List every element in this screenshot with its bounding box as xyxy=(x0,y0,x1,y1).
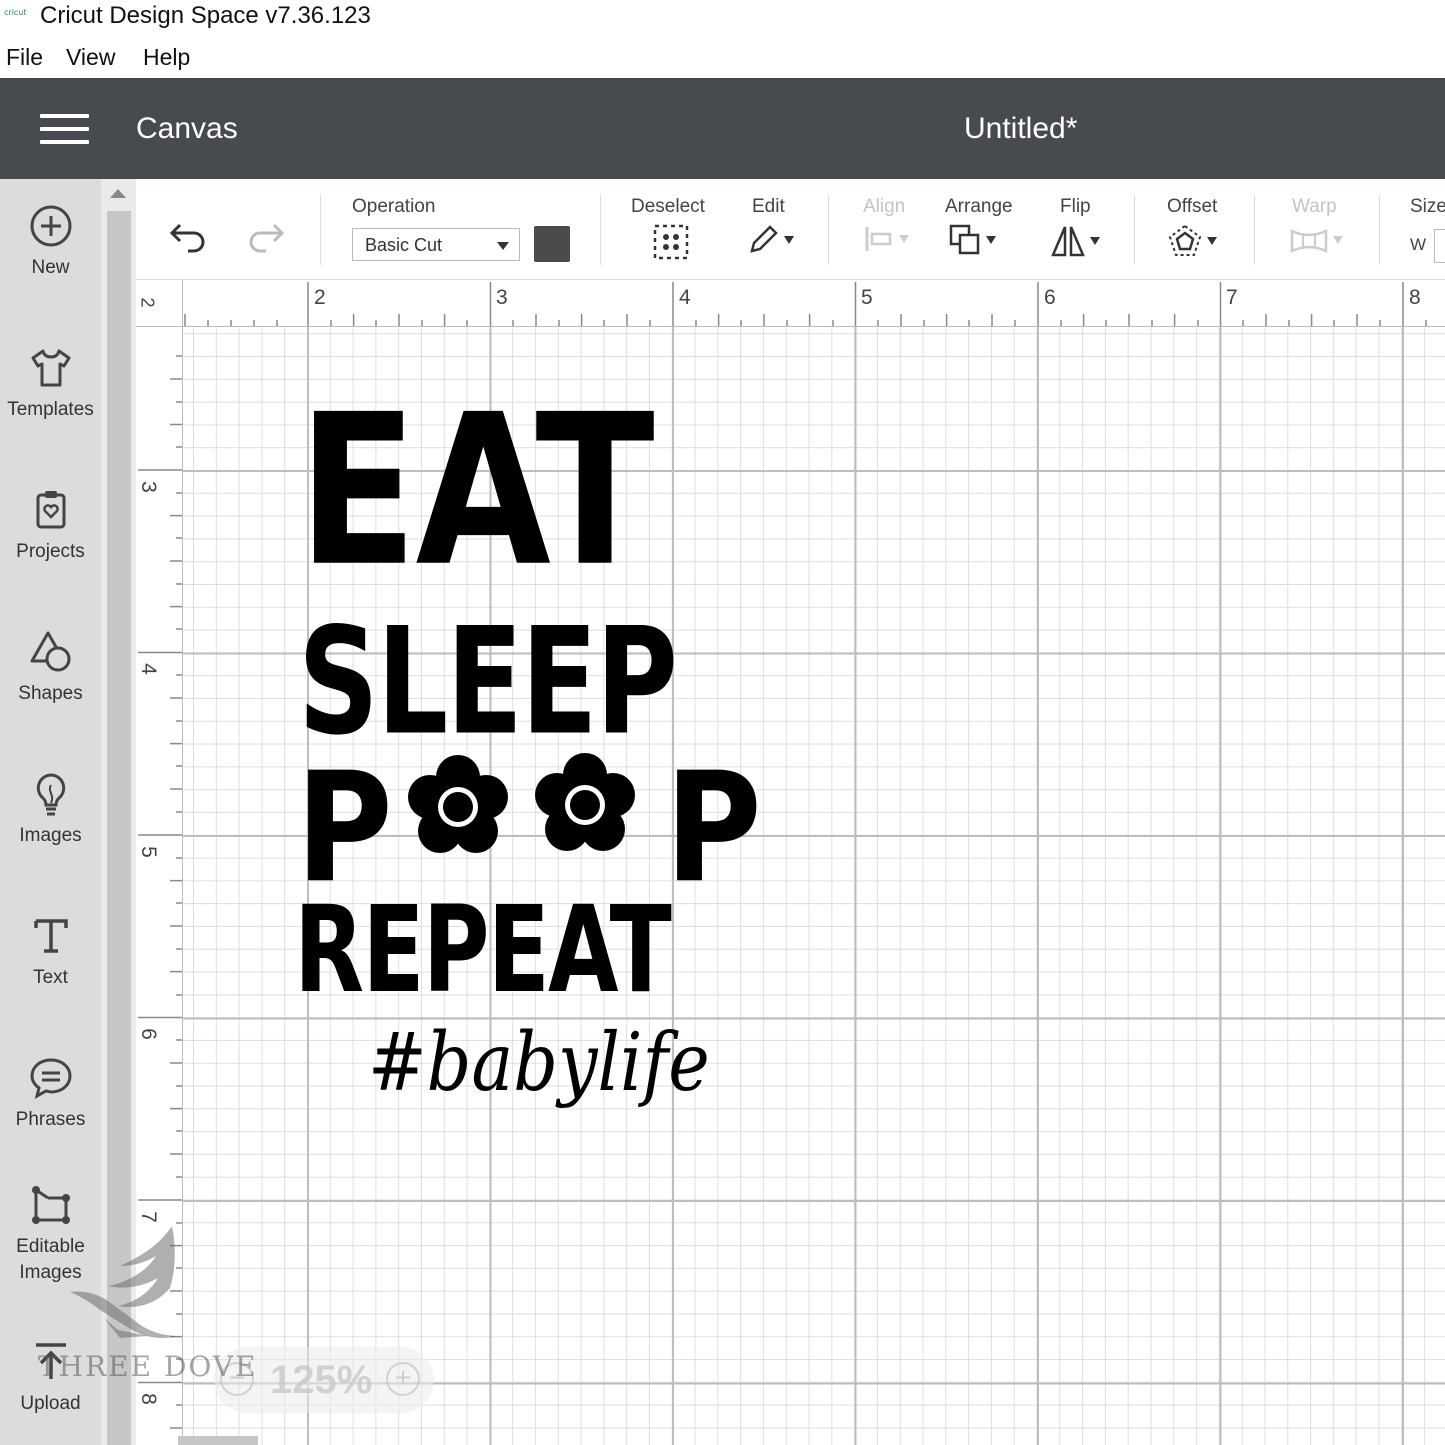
sidebar-label: Text xyxy=(33,967,68,988)
word-repeat: REPEAT xyxy=(294,881,672,1021)
offset-label: Offset xyxy=(1167,196,1218,217)
flip-icon xyxy=(1051,226,1085,257)
app-header: Canvas Untitled* xyxy=(0,78,1445,179)
sidebar-item-phrases[interactable]: Phrases xyxy=(0,1055,101,1131)
warp-button[interactable] xyxy=(1289,223,1343,257)
size-width-label: W xyxy=(1410,235,1427,254)
hamburger-icon[interactable] xyxy=(40,114,89,144)
redo-icon[interactable] xyxy=(244,217,286,253)
design-artwork[interactable]: EAT SLEEP P P REPEAT #babylife xyxy=(290,369,800,1155)
size-width-input[interactable] xyxy=(1434,229,1445,263)
edit-label: Edit xyxy=(752,196,785,217)
app-title: Cricut Design Space v7.36.123 xyxy=(40,2,371,29)
scroll-up-icon[interactable] xyxy=(110,189,126,198)
menu-help[interactable]: Help xyxy=(143,44,190,71)
align-icon xyxy=(865,227,892,251)
section-title: Canvas xyxy=(136,112,238,145)
chevron-down-icon xyxy=(899,235,909,243)
arrange-button[interactable] xyxy=(948,223,996,257)
tshirt-icon xyxy=(31,349,70,387)
size-label: Size xyxy=(1410,196,1445,217)
operation-value: Basic Cut xyxy=(365,235,443,255)
ruler-label: 6 xyxy=(136,1028,160,1040)
chevron-down-icon xyxy=(784,236,794,244)
sidebar-label: Projects xyxy=(16,541,85,562)
plus-circle-icon xyxy=(30,205,71,247)
menu-view[interactable]: View xyxy=(66,44,115,71)
ruler-horizontal: 2 2 3 4 5 6 7 8 xyxy=(136,280,1445,327)
operation-dropdown[interactable]: Basic Cut xyxy=(352,228,520,261)
ruler-label: 6 xyxy=(1044,286,1056,309)
chevron-down-icon xyxy=(1207,237,1217,245)
warp-label: Warp xyxy=(1292,196,1337,217)
horizontal-scrollbar-thumb[interactable] xyxy=(178,1436,258,1445)
ruler-label: 4 xyxy=(136,663,160,675)
clipboard-heart-icon xyxy=(36,491,65,529)
ruler-label: 8 xyxy=(136,1393,160,1405)
chevron-down-icon xyxy=(497,242,509,250)
sidebar-item-new[interactable]: New xyxy=(0,203,101,279)
ruler-label: 8 xyxy=(1409,286,1421,309)
zoom-in-button[interactable]: + xyxy=(386,1362,420,1396)
sidebar-item-templates[interactable]: Templates xyxy=(0,345,101,421)
deselect-icon[interactable] xyxy=(652,223,690,261)
sidebar-item-text[interactable]: Text xyxy=(0,913,101,989)
ruler-label: 7 xyxy=(1226,286,1238,309)
ruler-label: 5 xyxy=(861,286,873,309)
operation-color-swatch[interactable] xyxy=(534,226,570,262)
zoom-value: 125% xyxy=(270,1358,373,1402)
flip-button[interactable] xyxy=(1050,223,1100,259)
pencil-icon xyxy=(750,225,778,253)
edit-button[interactable] xyxy=(746,223,794,257)
operation-label: Operation xyxy=(352,196,436,217)
ruler-label: 2 xyxy=(314,286,326,309)
ruler-label: 3 xyxy=(136,481,160,493)
sidebar-item-shapes[interactable]: Shapes xyxy=(0,629,101,705)
dove-logo xyxy=(70,1226,178,1338)
sidebar-label: Phrases xyxy=(15,1109,86,1130)
chevron-down-icon xyxy=(986,236,996,244)
sidebar-label: Upload xyxy=(20,1393,81,1414)
flower-icon xyxy=(408,755,508,853)
flip-label: Flip xyxy=(1060,196,1091,217)
chevron-down-icon xyxy=(1333,236,1343,244)
ruler-label: 5 xyxy=(136,846,160,858)
align-label: Align xyxy=(863,196,906,217)
shapes-icon xyxy=(30,631,70,672)
offset-button[interactable] xyxy=(1167,223,1217,259)
sidebar-item-images[interactable]: Images xyxy=(0,771,101,847)
lightbulb-icon xyxy=(36,773,65,816)
word-poop-p2: P xyxy=(665,740,762,918)
ruler-label: 3 xyxy=(496,286,508,309)
title-bar: cricut Cricut Design Space v7.36.123 xyxy=(0,0,1445,34)
sidebar-label: Images xyxy=(19,825,82,846)
ruler-label: 4 xyxy=(679,286,691,309)
deselect-label: Deselect xyxy=(631,196,705,217)
sidebar-label: New xyxy=(31,257,70,278)
speech-bubble-icon xyxy=(29,1058,72,1099)
edit-toolbar: Operation Basic Cut Deselect Edit Align … xyxy=(136,179,1445,280)
flower-icon xyxy=(535,753,635,851)
menu-bar: File View Help xyxy=(0,38,1445,76)
app-logo-icon: cricut xyxy=(4,8,27,17)
align-button[interactable] xyxy=(863,223,909,255)
undo-icon[interactable] xyxy=(168,217,210,253)
chevron-down-icon xyxy=(1090,237,1100,245)
warp-icon xyxy=(1290,229,1328,253)
watermark-text: THREE DOVE xyxy=(38,1350,258,1383)
arrange-label: Arrange xyxy=(945,196,1013,217)
offset-icon xyxy=(1168,224,1202,256)
ruler-corner-label: 2 xyxy=(137,297,158,308)
sidebar-label: Templates xyxy=(7,399,94,420)
text-t-icon xyxy=(33,919,68,953)
sidebar-item-projects[interactable]: Projects xyxy=(0,487,101,563)
menu-file[interactable]: File xyxy=(6,44,43,71)
hashtag-text: #babylife xyxy=(368,1015,710,1110)
arrange-icon xyxy=(949,224,980,255)
word-eat: EAT xyxy=(298,369,655,613)
document-title[interactable]: Untitled* xyxy=(964,112,1077,146)
ruler-ticks xyxy=(184,282,1427,326)
sidebar-label: Shapes xyxy=(18,683,83,704)
